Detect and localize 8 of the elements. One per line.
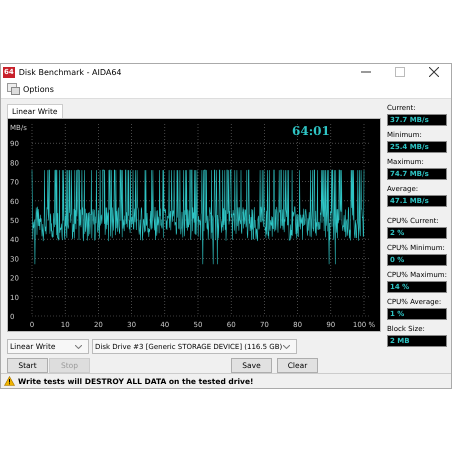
elapsed-timer: 64:01 <box>292 124 330 138</box>
close-icon[interactable] <box>429 67 439 78</box>
options-icon <box>7 83 20 96</box>
window-title: Disk Benchmark - AIDA64 <box>18 68 122 77</box>
warning-icon <box>4 376 15 386</box>
chevron-icon <box>75 344 82 349</box>
chevron-icon <box>283 344 290 349</box>
options-menu[interactable]: Options <box>5 83 56 96</box>
